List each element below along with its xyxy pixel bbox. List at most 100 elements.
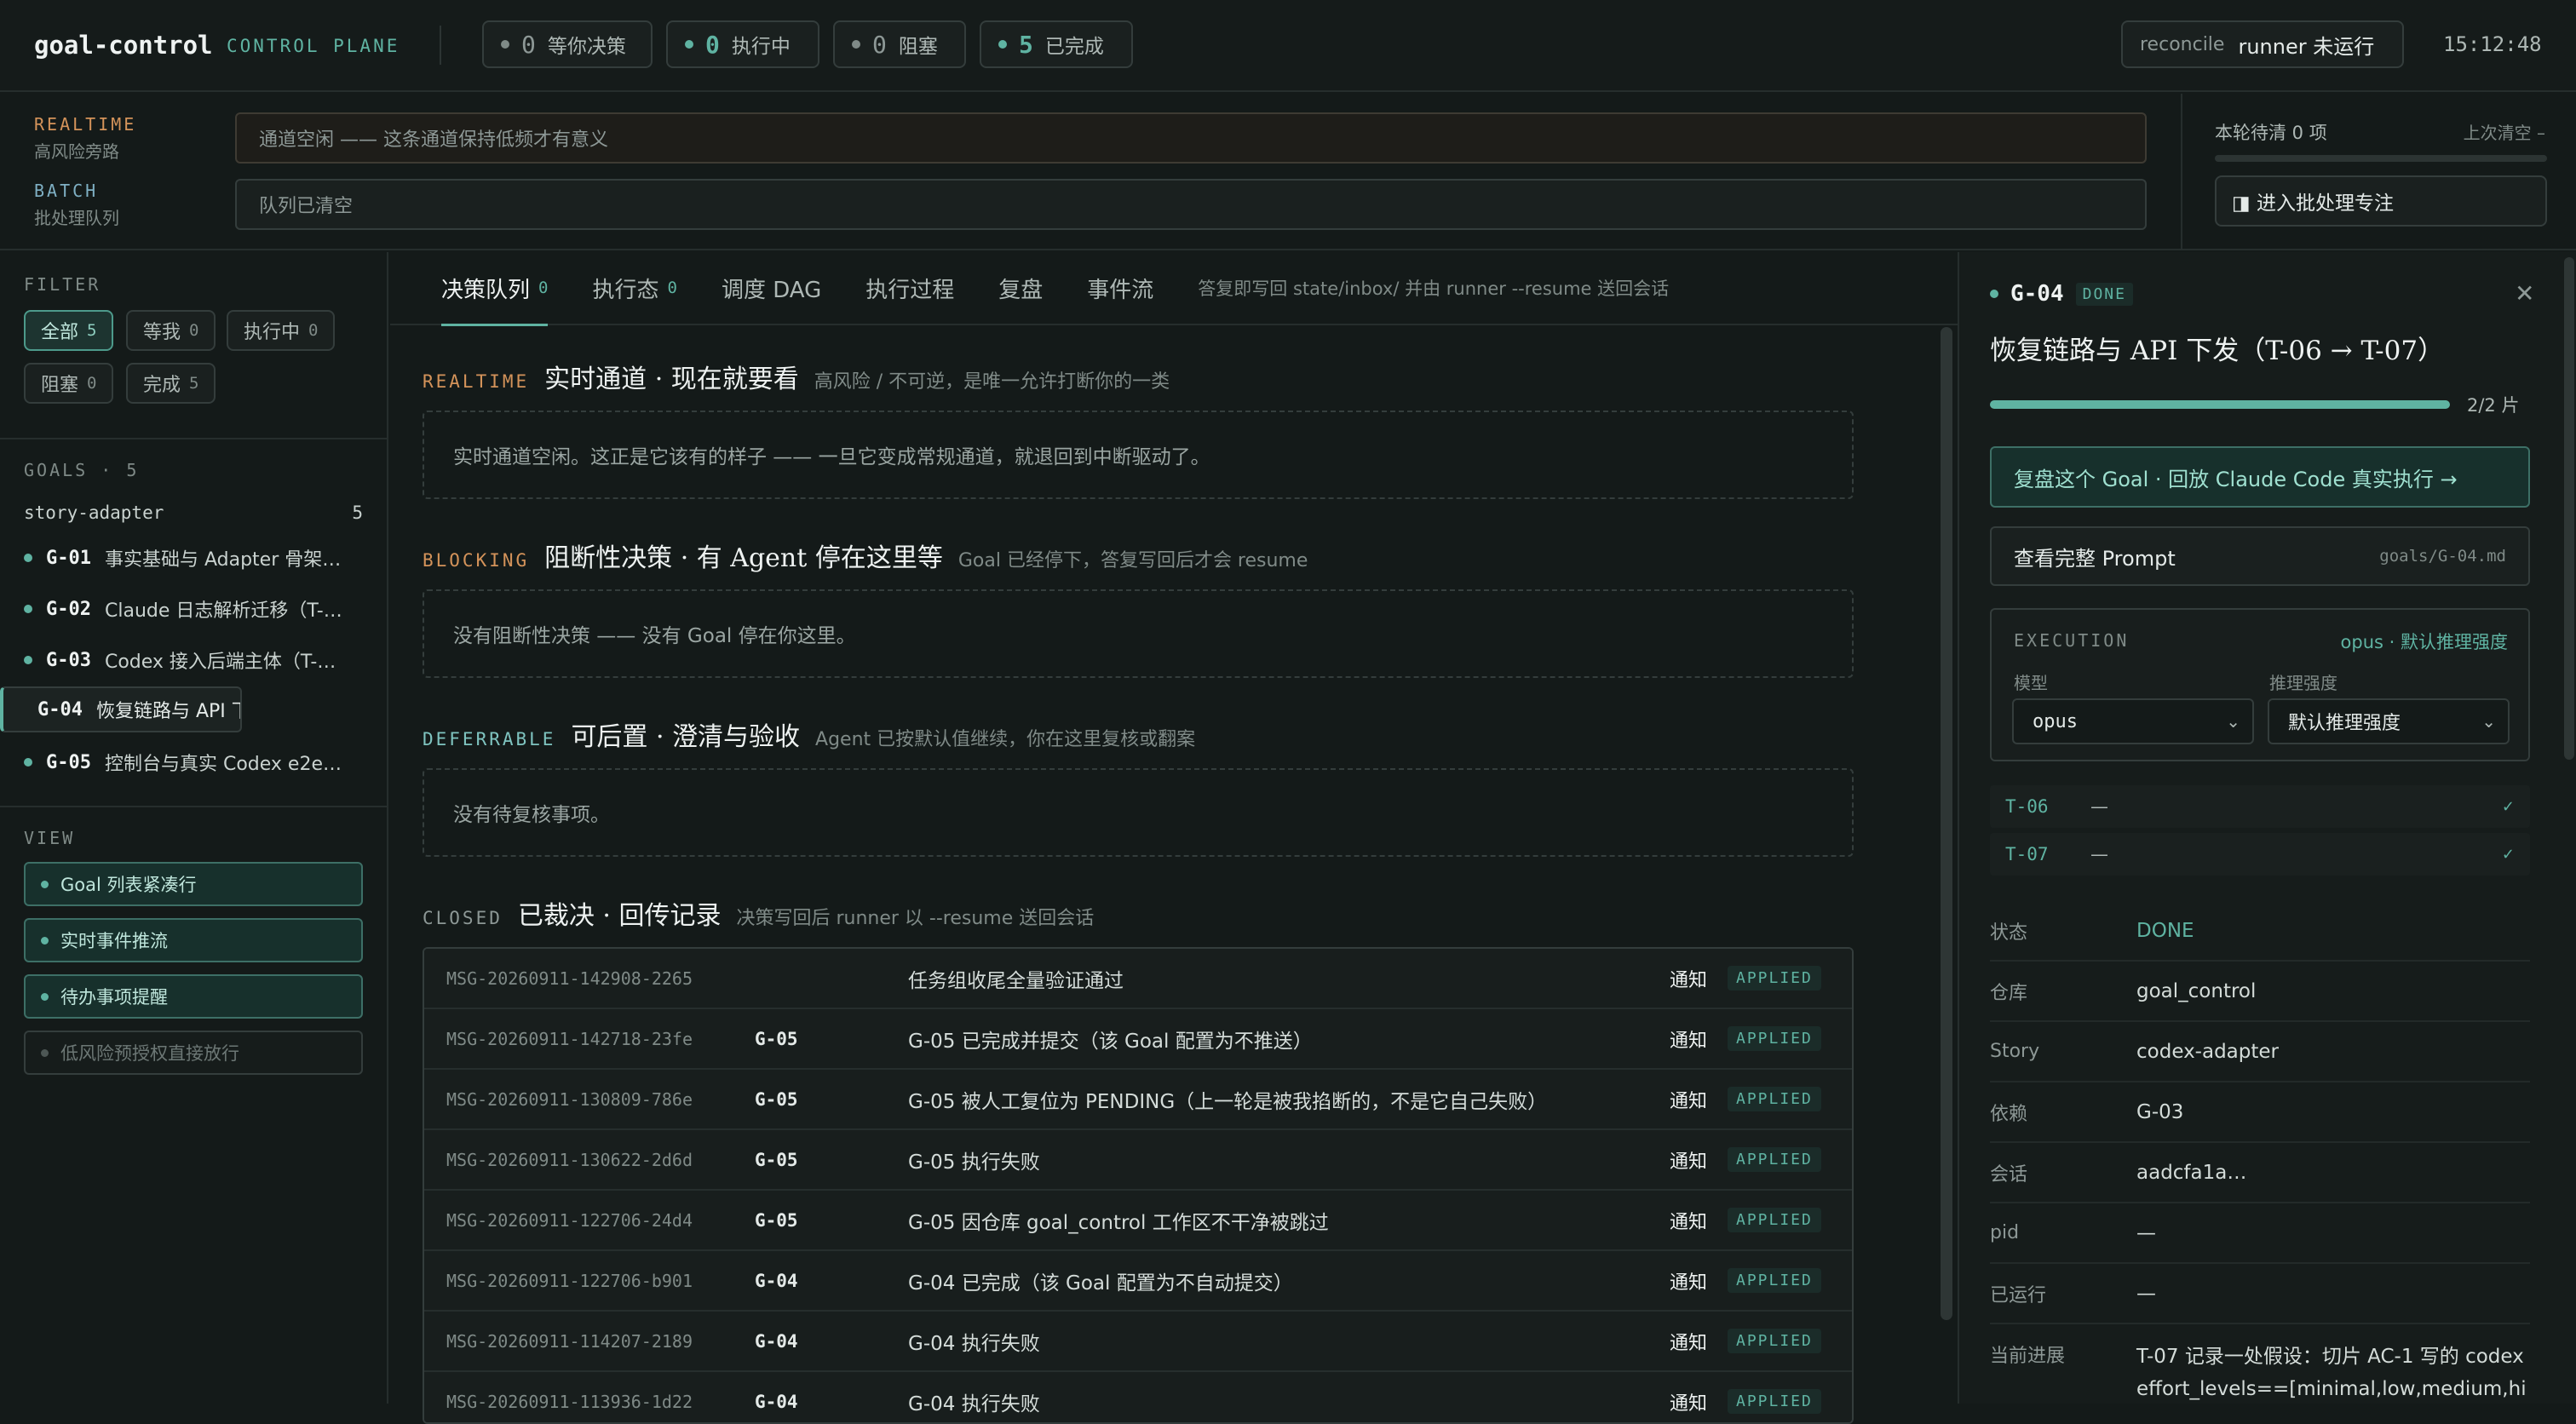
field-value: goal_control <box>2136 979 2257 1002</box>
goal-id: G-04 <box>755 1391 798 1412</box>
field-value: — <box>2136 1221 2156 1244</box>
goal-item-g01[interactable]: G-01 事实基础与 Adapter 骨架… <box>0 533 387 583</box>
close-icon[interactable]: ✕ <box>2515 279 2534 307</box>
task-row-t07[interactable]: T-07 — ✓ <box>1990 833 2530 876</box>
batch-channel-box[interactable]: 队列已清空 <box>235 179 2147 230</box>
detail-progress-fill <box>1990 400 2450 409</box>
section-header-deferrable: DEFERRABLE 可后置 · 澄清与验收 Agent 已按默认值继续，你在这… <box>423 715 1195 753</box>
replay-goal-button[interactable]: 复盘这个 Goal · 回放 Claude Code 真实执行 → <box>1990 446 2530 508</box>
tab-review[interactable]: 复盘 <box>998 251 1043 324</box>
tab-event-stream[interactable]: 事件流 <box>1087 251 1153 324</box>
table-row[interactable]: MSG-20260911-142718-23fe G-05 G-05 已完成并提… <box>424 1009 1852 1070</box>
section-title: 实时通道 · 现在就要看 <box>544 365 799 394</box>
message-kind: 通知 <box>1670 1090 1708 1112</box>
stat-awaiting-decision[interactable]: 0 等你决策 <box>482 20 653 68</box>
status-dot-icon <box>501 40 509 49</box>
divider <box>440 26 441 65</box>
filter-done[interactable]: 完成 5 <box>126 363 216 404</box>
task-value: — <box>2090 796 2108 817</box>
view-toggle-low-risk-preauth[interactable]: 低风险预授权直接放行 <box>24 1031 363 1075</box>
filter-blocked[interactable]: 阻塞 0 <box>24 363 114 404</box>
message-id: MSG-20260911-122706-b901 <box>446 1270 693 1291</box>
tab-decision-queue[interactable]: 决策队列 0 <box>441 251 549 326</box>
reconcile-status[interactable]: reconcile runner 未运行 <box>2121 20 2404 68</box>
field-session: 会话 aadcfa1a… <box>1990 1143 2530 1203</box>
view-toggle-live-events[interactable]: 实时事件推流 <box>24 918 363 962</box>
filter-all[interactable]: 全部 5 <box>24 310 114 351</box>
batch-progress-bar <box>2215 155 2547 162</box>
section-subtitle: Goal 已经停下，答复写回后才会 resume <box>957 550 1308 571</box>
stat-count: 0 <box>521 30 536 59</box>
filter-running[interactable]: 执行中 0 <box>227 310 336 351</box>
message-kind: 通知 <box>1670 1030 1708 1052</box>
story-count: 5 <box>352 502 363 523</box>
main-scrollbar[interactable] <box>1941 327 1952 1320</box>
goal-item-g04[interactable]: G-04 恢复链路与 API 下发（T-… <box>0 686 242 732</box>
table-row[interactable]: MSG-20260911-114207-2189 G-04 G-04 执行失败 … <box>424 1312 1852 1372</box>
detail-goal-id: G-04 <box>2010 281 2064 307</box>
field-key: 已运行 <box>1990 1284 2047 1306</box>
message-text: G-04 已完成（该 Goal 配置为不自动提交） <box>908 1272 1293 1295</box>
table-row[interactable]: MSG-20260911-130809-786e G-05 G-05 被人工复位… <box>424 1070 1852 1130</box>
message-text: G-04 执行失败 <box>908 1332 1040 1355</box>
story-group[interactable]: story-adapter 5 <box>24 502 363 523</box>
goal-id: G-05 <box>755 1088 798 1110</box>
stat-completed[interactable]: 5 已完成 <box>980 20 1133 68</box>
view-prompt-button[interactable]: 查看完整 Prompt goals/G-04.md <box>1990 526 2530 586</box>
stat-running[interactable]: 0 执行中 <box>666 20 819 68</box>
section-subtitle: Agent 已按默认值继续，你在这里复核或翻案 <box>815 729 1196 750</box>
model-select[interactable]: opus ⌄ <box>2012 698 2254 744</box>
filter-count: 5 <box>189 374 199 393</box>
status-badge: APPLIED <box>1728 1268 1821 1293</box>
field-pid: pid — <box>1990 1203 2530 1264</box>
story-name: story-adapter <box>24 502 164 523</box>
effort-select[interactable]: 默认推理强度 ⌄ <box>2268 698 2510 744</box>
table-row[interactable]: MSG-20260911-122706-24d4 G-05 G-05 因仓库 g… <box>424 1191 1852 1251</box>
tab-schedule-dag[interactable]: 调度 DAG <box>722 251 821 324</box>
top-bar: goal-control CONTROL PLANE 0 等你决策 0 执行中 … <box>0 0 2576 92</box>
goal-item-g05[interactable]: G-05 控制台与真实 Codex e2e… <box>0 738 387 787</box>
view-toggle-compact-rows[interactable]: Goal 列表紧凑行 <box>24 862 363 906</box>
field-story: Story codex-adapter <box>1990 1022 2530 1082</box>
goal-id: G-04 <box>755 1330 798 1352</box>
filter-label: 全部 <box>41 322 79 343</box>
realtime-channel-box[interactable]: 通道空闲 —— 这条通道保持低频才有意义 <box>235 112 2147 164</box>
tab-execution-process[interactable]: 执行过程 <box>865 251 954 324</box>
batch-channel-desc: 批处理队列 <box>34 208 119 228</box>
section-tag: CLOSED <box>423 908 503 928</box>
toggle-dot-icon <box>41 1048 49 1057</box>
view-toggle-todo-reminders[interactable]: 待办事项提醒 <box>24 974 363 1019</box>
message-id: MSG-20260911-122706-24d4 <box>446 1209 693 1231</box>
goal-id: G-04 <box>755 1270 798 1291</box>
table-row[interactable]: MSG-20260911-142908-2265 任务组收尾全量验证通过 通知 … <box>424 949 1852 1009</box>
message-id: MSG-20260911-142718-23fe <box>446 1028 693 1049</box>
table-row[interactable]: MSG-20260911-113936-1d22 G-04 G-04 执行失败 … <box>424 1372 1852 1422</box>
prompt-path: goals/G-04.md <box>2379 547 2506 566</box>
detail-header: G-04 DONE <box>1990 281 2133 307</box>
stat-blocked[interactable]: 0 阻塞 <box>833 20 966 68</box>
filter-mine[interactable]: 等我 0 <box>126 310 216 351</box>
message-kind: 通知 <box>1670 1272 1708 1294</box>
goal-item-g03[interactable]: G-03 Codex 接入后端主体（T-… <box>0 635 387 685</box>
goal-id: G-01 <box>46 547 91 569</box>
batch-focus-button[interactable]: ◨ 进入批处理专注 <box>2215 175 2547 227</box>
table-row[interactable]: MSG-20260911-122706-b901 G-04 G-04 已完成（该… <box>424 1251 1852 1312</box>
goal-title: 恢复链路与 API 下发（T-… <box>95 701 240 722</box>
field-value: aadcfa1a… <box>2136 1161 2247 1184</box>
field-elapsed: 已运行 — <box>1990 1264 2530 1324</box>
message-text: 任务组收尾全量验证通过 <box>908 969 1124 992</box>
status-badge: APPLIED <box>1728 966 1821 990</box>
current-progress-note: T-07 记录一处假设：切片 AC-1 写的 codex effort_leve… <box>2136 1346 2527 1400</box>
detail-scrollbar[interactable] <box>2564 257 2574 760</box>
field-value: G-03 <box>2136 1100 2184 1123</box>
field-key: 状态 <box>1990 922 2028 944</box>
task-row-t06[interactable]: T-06 — ✓ <box>1990 785 2530 828</box>
section-header-blocking: BLOCKING 阻断性决策 · 有 Agent 停在这里等 Goal 已经停下… <box>423 537 1308 574</box>
goal-item-g02[interactable]: G-02 Claude 日志解析迁移（T-… <box>0 584 387 634</box>
table-row[interactable]: MSG-20260911-130622-2d6d G-05 G-05 执行失败 … <box>424 1130 1852 1191</box>
stat-count: 5 <box>1019 30 1033 59</box>
tab-execution-state[interactable]: 执行态 0 <box>592 251 676 324</box>
toggle-dot-icon <box>41 936 49 945</box>
reconcile-value: runner 未运行 <box>2238 34 2375 59</box>
message-id: MSG-20260911-114207-2189 <box>446 1330 693 1352</box>
